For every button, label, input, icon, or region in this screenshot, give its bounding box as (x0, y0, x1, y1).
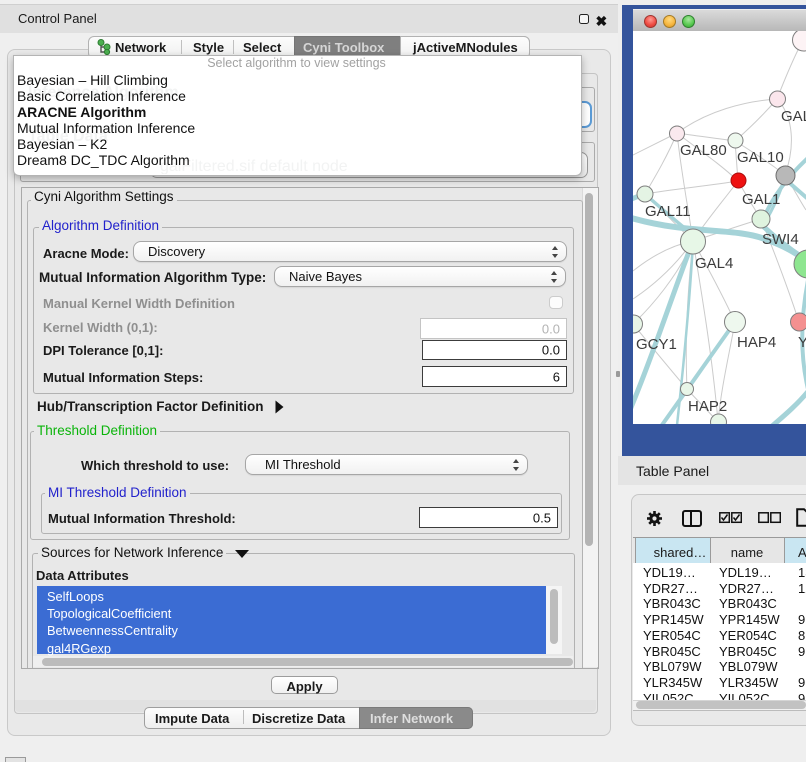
svg-text:HAP4: HAP4 (737, 334, 776, 351)
svg-text:GAL1: GAL1 (742, 191, 780, 208)
svg-text:GAL2: GAL2 (781, 108, 806, 125)
svg-text:GAL10: GAL10 (737, 149, 784, 166)
svg-text:SWI4: SWI4 (762, 231, 799, 248)
svg-text:GAL80: GAL80 (680, 142, 727, 159)
svg-text:Y: Y (798, 334, 806, 351)
svg-text:HAP2: HAP2 (688, 398, 727, 415)
svg-text:GAL4: GAL4 (695, 255, 733, 272)
svg-text:GAL11: GAL11 (645, 203, 691, 220)
svg-text:GCY1: GCY1 (636, 336, 677, 353)
